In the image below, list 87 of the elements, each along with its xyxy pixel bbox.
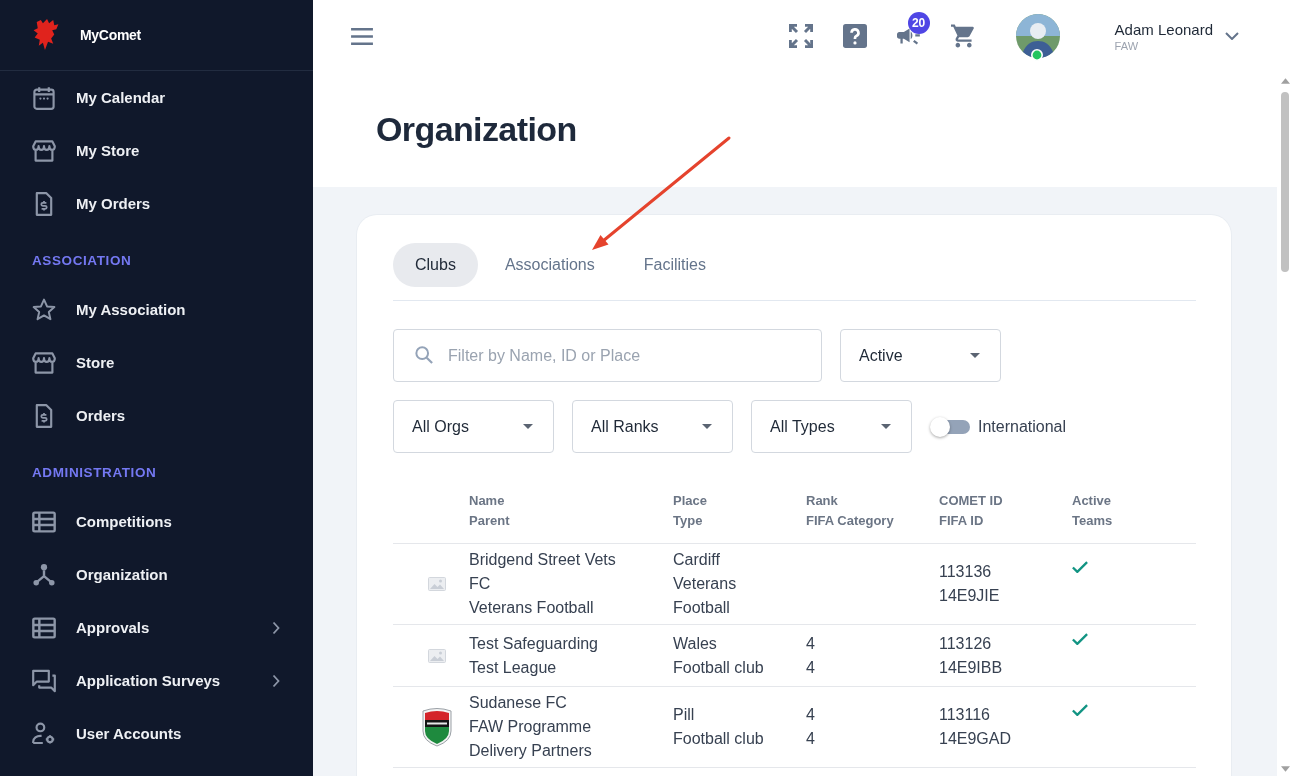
user-gear-icon	[32, 721, 56, 746]
status-dropdown[interactable]: Active	[840, 329, 1001, 382]
menu-icon[interactable]	[351, 27, 373, 45]
type-text: Football club	[673, 729, 765, 749]
sidebar-item[interactable]: Orders	[0, 389, 313, 442]
sidebar-item[interactable]: My Association	[0, 283, 313, 336]
comet-id-text: 113126	[939, 633, 993, 654]
column-header[interactable]: COMET ID	[939, 491, 1072, 511]
section-heading: ASSOCIATION	[31, 252, 133, 270]
notification-badge: 20	[907, 12, 930, 34]
toggle-label: International	[978, 417, 1067, 436]
column-header[interactable]: Place	[673, 491, 806, 511]
tab[interactable]: Facilities	[621, 243, 728, 287]
column-header[interactable]: Rank	[806, 491, 939, 511]
filter-dropdown[interactable]: All Types	[751, 400, 912, 453]
rank-text: 4	[806, 633, 816, 654]
fullscreen-icon[interactable]	[788, 24, 813, 48]
column-subheader: Teams	[1072, 512, 1114, 530]
sidebar-item[interactable]: Application Surveys	[0, 654, 313, 707]
list-icon	[32, 615, 56, 640]
user-organization: FAW	[1114, 38, 1140, 53]
fifa-category-text: 4	[806, 657, 816, 678]
crest-icon	[422, 707, 452, 747]
parent-name: Veterans Football	[469, 598, 595, 618]
sidebar-item[interactable]: User Accounts	[0, 707, 313, 760]
brand-logo-icon[interactable]	[32, 19, 60, 51]
type-text: Veterans Football	[673, 574, 738, 618]
column-subheader: FIFA Category	[806, 512, 895, 530]
international-toggle[interactable]	[930, 416, 970, 437]
place-text: Wales	[673, 633, 718, 654]
scroll-down-icon[interactable]	[1280, 766, 1290, 772]
sidebar-item[interactable]: Approvals	[0, 601, 313, 654]
chat-icon	[32, 668, 56, 693]
club-name[interactable]: Sudanese FC	[469, 691, 634, 715]
hierarchy-icon	[32, 562, 56, 587]
fifa-id-text: 14E9JIE	[939, 586, 1001, 606]
cart-icon[interactable]	[950, 24, 975, 48]
image-placeholder-icon	[428, 577, 446, 591]
type-text: Football club	[673, 657, 765, 678]
chevron-down-icon[interactable]	[1225, 32, 1239, 40]
scrollbar-thumb[interactable]	[1281, 92, 1289, 272]
fifa-category-text: 4	[806, 729, 816, 749]
star-icon	[32, 297, 56, 322]
filter-dropdown[interactable]: All Orgs	[393, 400, 554, 453]
column-header[interactable]: Name	[469, 491, 673, 511]
fifa-id-text: 14E9GAD	[939, 729, 1013, 749]
storefront-icon	[32, 138, 56, 163]
storefront-icon	[32, 350, 56, 375]
rank-text: 4	[806, 705, 816, 725]
search-field[interactable]: Filter by Name, ID or Place	[393, 329, 822, 382]
comet-id-text: 113116	[939, 705, 991, 725]
search-icon	[415, 346, 433, 364]
brand-name: MyComet	[80, 27, 141, 43]
tab[interactable]: Clubs	[393, 243, 478, 287]
sidebar-item[interactable]: My Orders	[0, 177, 313, 230]
section-heading: ADMINISTRATION	[31, 464, 158, 482]
comet-id-text: 113136	[939, 562, 993, 582]
column-header[interactable]: Active	[1072, 491, 1196, 511]
column-subheader: FIFA ID	[939, 512, 985, 530]
sidebar-item[interactable]: Organization	[0, 548, 313, 601]
sidebar-item[interactable]: Store	[0, 336, 313, 389]
filter-dropdown[interactable]: All Ranks	[572, 400, 733, 453]
club-name[interactable]: Bridgend Street Vets FC	[469, 548, 634, 596]
help-icon[interactable]	[842, 24, 867, 48]
tab[interactable]: Associations	[482, 243, 617, 287]
image-placeholder-icon	[428, 648, 446, 663]
column-subheader: Type	[673, 512, 704, 530]
parent-name: Test League	[469, 657, 558, 678]
caret-icon	[881, 424, 891, 429]
place-text: Cardiff	[673, 550, 721, 570]
place-text: Pill	[673, 705, 696, 725]
user-name: Adam Leonard	[1114, 19, 1213, 39]
sidebar-item[interactable]: Competitions	[0, 495, 313, 548]
scroll-up-icon[interactable]	[1280, 78, 1290, 84]
calendar-icon	[32, 85, 56, 110]
page-title: Organization	[376, 110, 577, 149]
caret-icon	[970, 353, 980, 358]
sidebar-item[interactable]: My Calendar	[0, 71, 313, 124]
caret-icon	[523, 424, 533, 429]
caret-icon	[702, 424, 712, 429]
column-subheader: Parent	[469, 512, 511, 530]
sidebar-item[interactable]: My Store	[0, 124, 313, 177]
club-name[interactable]: Test Safeguarding	[469, 631, 634, 656]
fifa-id-text: 14E9IBB	[939, 657, 1004, 678]
avatar-icon[interactable]	[1015, 14, 1060, 58]
parent-name: FAW Programme Delivery Partners	[469, 717, 593, 761]
list-icon	[32, 509, 56, 534]
